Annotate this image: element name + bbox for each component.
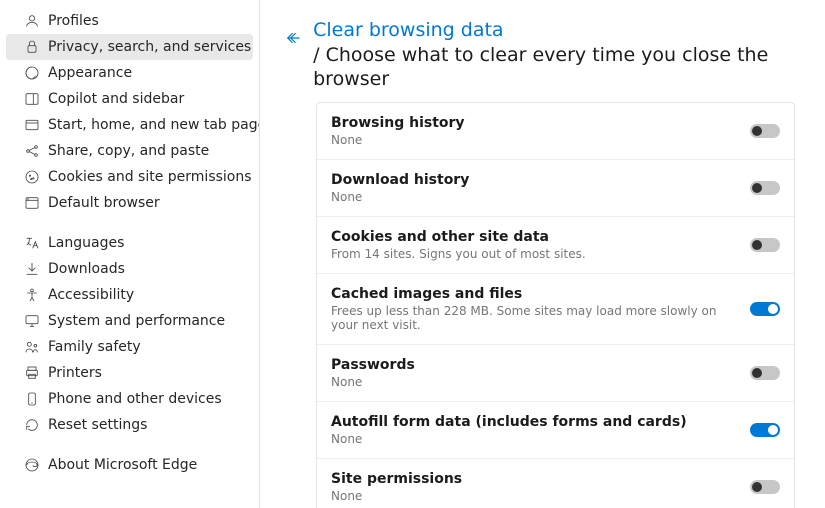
sidebar-item-label: Start, home, and new tab page [48, 117, 260, 133]
sidebar-item-printers[interactable]: Printers [6, 360, 253, 386]
sidebar-item-label: Profiles [48, 13, 99, 29]
sidebar-item-label: Privacy, search, and services [48, 39, 251, 55]
sidebar-item-label: Languages [48, 235, 124, 251]
sidebar-item-label: Printers [48, 365, 102, 381]
option-desc: None [331, 375, 415, 389]
sidebar-item-label: Family safety [48, 339, 141, 355]
sidebar-item-label: System and performance [48, 313, 225, 329]
toggle-knob [752, 368, 762, 378]
tab-icon [24, 117, 40, 133]
browser-icon [24, 195, 40, 211]
arrow-left-icon [284, 29, 302, 47]
option-title: Site permissions [331, 471, 462, 487]
sidebar-item-languages[interactable]: Languages [6, 230, 253, 256]
clear-on-close-panel: Browsing history None Download history None… [316, 102, 795, 508]
toggle-knob [752, 126, 762, 136]
option-desc: From 14 sites. Signs you out of most sit… [331, 247, 586, 261]
page-header: Clear browsing data Choose what to clear… [280, 18, 795, 92]
toggle-knob [752, 482, 762, 492]
page-title: Choose what to clear every time you clos… [313, 43, 795, 92]
sidebar-item-start[interactable]: Start, home, and new tab page [6, 112, 253, 138]
sidebar-item-default[interactable]: Default browser [6, 190, 253, 216]
option-title: Browsing history [331, 115, 465, 131]
option-desc: None [331, 489, 462, 503]
person-icon [24, 13, 40, 29]
option-title: Cookies and other site data [331, 229, 586, 245]
settings-sidebar: Profiles Privacy, search, and services App… [0, 0, 260, 508]
sidebar-item-downloads[interactable]: Downloads [6, 256, 253, 282]
lock-icon [24, 39, 40, 55]
sidebar-item-label: Phone and other devices [48, 391, 222, 407]
reset-icon [24, 417, 40, 433]
accessibility-icon [24, 287, 40, 303]
sidebar-item-profiles[interactable]: Profiles [6, 8, 253, 34]
sidebar-item-appearance[interactable]: Appearance [6, 60, 253, 86]
option-row-cached: Cached images and files Frees up less tha… [317, 274, 794, 345]
breadcrumb-link[interactable]: Clear browsing data [313, 18, 795, 43]
option-row-passwords: Passwords None [317, 345, 794, 402]
option-row-cookies: Cookies and other site data From 14 sites… [317, 217, 794, 274]
toggle-knob [768, 304, 778, 314]
toggle-download-history[interactable] [750, 181, 780, 195]
toggle-cookies[interactable] [750, 238, 780, 252]
toggle-knob [752, 183, 762, 193]
sidebar-icon [24, 91, 40, 107]
sidebar-item-label: Accessibility [48, 287, 134, 303]
sidebar-item-label: Share, copy, and paste [48, 143, 209, 159]
system-icon [24, 313, 40, 329]
option-desc: None [331, 190, 469, 204]
toggle-passwords[interactable] [750, 366, 780, 380]
option-row-autofill: Autofill form data (includes forms and c… [317, 402, 794, 459]
sidebar-item-cookies[interactable]: Cookies and site permissions [6, 164, 253, 190]
cookies-icon [24, 169, 40, 185]
settings-main: Clear browsing data Choose what to clear… [260, 0, 825, 508]
option-row-site-perms: Site permissions None [317, 459, 794, 508]
option-title: Cached images and files [331, 286, 731, 302]
sidebar-item-privacy[interactable]: Privacy, search, and services [6, 34, 253, 60]
printer-icon [24, 365, 40, 381]
sidebar-item-label: Cookies and site permissions [48, 169, 252, 185]
sidebar-item-label: Downloads [48, 261, 125, 277]
sidebar-item-reset[interactable]: Reset settings [6, 412, 253, 438]
sidebar-item-system[interactable]: System and performance [6, 308, 253, 334]
option-desc: Frees up less than 228 MB. Some sites ma… [331, 304, 731, 332]
toggle-browsing-history[interactable] [750, 124, 780, 138]
download-icon [24, 261, 40, 277]
option-title: Download history [331, 172, 469, 188]
toggle-knob [768, 425, 778, 435]
phone-icon [24, 391, 40, 407]
sidebar-item-label: Reset settings [48, 417, 147, 433]
option-title: Passwords [331, 357, 415, 373]
option-desc: None [331, 432, 687, 446]
sidebar-item-label: Default browser [48, 195, 160, 211]
option-row-download-history: Download history None [317, 160, 794, 217]
toggle-knob [752, 240, 762, 250]
sidebar-item-accessibility[interactable]: Accessibility [6, 282, 253, 308]
option-desc: None [331, 133, 465, 147]
paint-icon [24, 65, 40, 81]
sidebar-item-phone[interactable]: Phone and other devices [6, 386, 253, 412]
sidebar-item-copilot[interactable]: Copilot and sidebar [6, 86, 253, 112]
sidebar-item-about[interactable]: About Microsoft Edge [6, 452, 253, 478]
option-row-browsing-history: Browsing history None [317, 103, 794, 160]
sidebar-item-label: About Microsoft Edge [48, 457, 197, 473]
sidebar-item-share[interactable]: Share, copy, and paste [6, 138, 253, 164]
share-icon [24, 143, 40, 159]
sidebar-item-family[interactable]: Family safety [6, 334, 253, 360]
toggle-site-perms[interactable] [750, 480, 780, 494]
sidebar-item-label: Copilot and sidebar [48, 91, 184, 107]
lang-icon [24, 235, 40, 251]
toggle-cached[interactable] [750, 302, 780, 316]
edge-icon [24, 457, 40, 473]
toggle-autofill[interactable] [750, 423, 780, 437]
sidebar-item-label: Appearance [48, 65, 132, 81]
option-title: Autofill form data (includes forms and c… [331, 414, 687, 430]
family-icon [24, 339, 40, 355]
back-button[interactable] [280, 24, 305, 52]
